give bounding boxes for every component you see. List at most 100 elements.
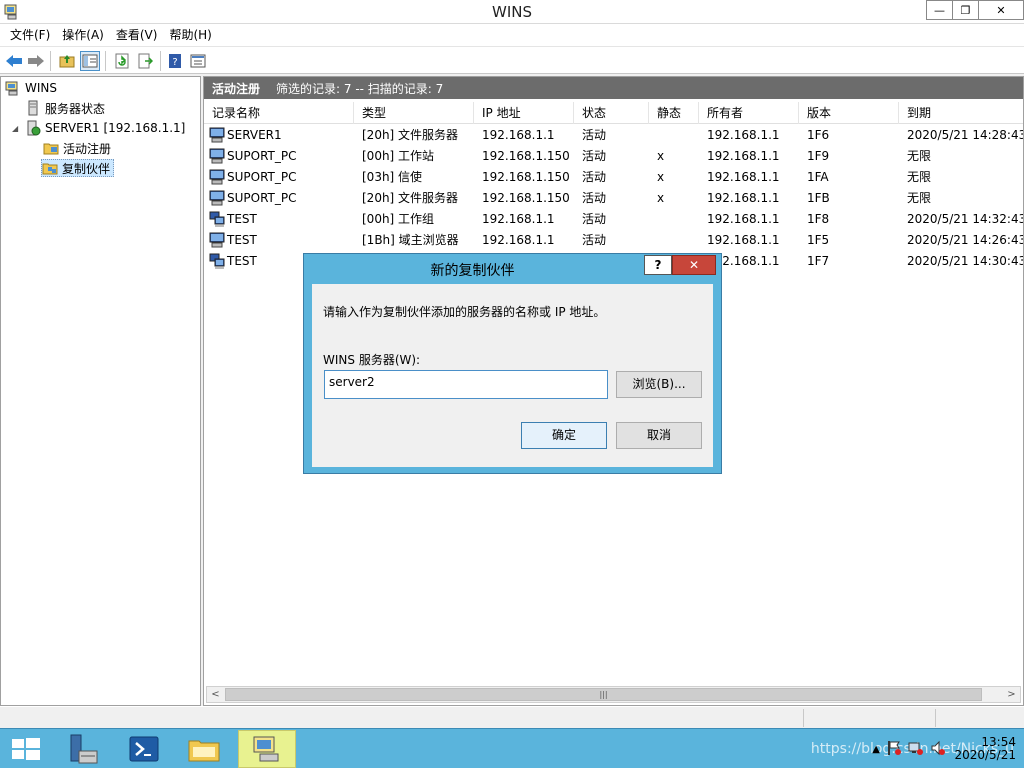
table-row[interactable]: SUPORT_PC [20h] 文件服务器 192.168.1.150 活动 x… [204,187,1023,208]
column-header-type[interactable]: 类型 [354,102,474,124]
dialog-title: 新的复制伙伴 [430,263,515,279]
column-header-version[interactable]: 版本 [799,102,899,124]
server-status-icon [25,120,41,136]
scroll-thumb[interactable]: ||| [225,688,982,701]
tree-item-server1[interactable]: SERVER1 [192.168.1.1] [25,119,185,137]
svg-text:?: ? [172,57,177,68]
help-icon[interactable]: ? [165,51,185,71]
scroll-left-button[interactable]: < [207,687,224,702]
tree-item-active-registrations[interactable]: 活动注册 [43,139,111,157]
system-tray: ▲ 13:54 2020/5/21 [872,729,1016,768]
record-owner: 192.168.1.1 [707,211,780,226]
column-header-ip[interactable]: IP 地址 [474,102,574,124]
record-static: x [657,148,665,163]
action-center-flag-icon[interactable] [886,740,902,759]
taskbar: https://blog.csdn.net/Nicks_u ▲ 13:54 20… [0,728,1024,768]
show-hide-console-tree-icon[interactable] [80,51,100,71]
record-owner: 192.168.1.1 [707,232,780,247]
wins-server-label: WINS 服务器(W): [323,353,421,367]
record-type: [03h] 信使 [362,170,423,184]
table-row[interactable]: SUPORT_PC [03h] 信使 192.168.1.150 活动 x 19… [204,166,1023,187]
table-row[interactable]: TEST [1Bh] 域主浏览器 192.168.1.1 活动 192.168.… [204,229,1023,250]
tree-item-replication-partners[interactable]: 复制伙伴 [41,159,115,177]
powershell-taskbar-icon[interactable] [118,730,170,768]
menu-action[interactable]: 操作(A) [56,25,110,45]
tray-expand-icon[interactable]: ▲ [872,744,880,755]
record-static: x [657,169,665,184]
ok-button[interactable]: 确定 [521,422,607,449]
record-ip: 192.168.1.150 [482,190,570,205]
forward-arrow-icon[interactable] [26,51,46,71]
record-name: TEST [227,232,257,247]
cancel-button[interactable]: 取消 [616,422,702,449]
maximize-button[interactable]: ❐ [952,0,979,20]
volume-icon[interactable] [930,740,946,759]
record-type: [1Bh] 域主浏览器 [362,233,459,247]
wins-server-input[interactable]: server2 [324,370,608,399]
content-header: 活动注册 筛选的记录: 7 -- 扫描的记录: 7 [204,77,1023,99]
minimize-button[interactable]: — [926,0,953,20]
menu-help[interactable]: 帮助(H) [163,25,217,45]
start-button[interactable] [6,730,46,768]
clock[interactable]: 13:54 2020/5/21 [954,736,1016,762]
content-header-info: 筛选的记录: 7 -- 扫描的记录: 7 [276,81,444,96]
column-header-expires[interactable]: 到期 [899,102,1023,124]
folder-icon [43,140,59,156]
record-type: [20h] 文件服务器 [362,128,459,142]
column-header-state[interactable]: 状态 [574,102,649,124]
back-arrow-icon[interactable] [4,51,24,71]
column-header-owner[interactable]: 所有者 [699,102,799,124]
network-icon[interactable] [908,740,924,759]
dialog-title-bar[interactable]: 新的复制伙伴 ? ✕ [304,254,721,284]
tree-label-server-status: 服务器状态 [45,101,106,116]
record-name: SUPORT_PC [227,148,297,163]
menu-bar: 文件(F) 操作(A) 查看(V) 帮助(H) [0,24,1024,46]
wins-icon [5,80,21,96]
record-state: 活动 [582,212,607,226]
record-state: 活动 [582,170,607,184]
horizontal-scrollbar[interactable]: < ||| > [206,686,1021,703]
tree-item-wins[interactable]: WINS [5,79,57,97]
up-folder-icon[interactable] [57,51,77,71]
record-ip: 192.168.1.150 [482,148,570,163]
table-row[interactable]: SERVER1 [20h] 文件服务器 192.168.1.1 活动 192.1… [204,124,1023,145]
console-tree: WINS 服务器状态 ◢ SERVER1 [192.168.1.1] 活动注册 … [0,76,201,706]
record-state: 活动 [582,191,607,205]
record-name: TEST [227,211,257,226]
expander-icon[interactable]: ◢ [12,124,18,133]
tree-item-server-status[interactable]: 服务器状态 [25,99,105,117]
dialog-close-button[interactable]: ✕ [672,255,716,275]
table-row[interactable]: TEST [00h] 工作组 192.168.1.1 活动 192.168.1.… [204,208,1023,229]
tree-label-wins: WINS [25,81,57,95]
record-version: 1F5 [807,232,830,247]
properties-icon[interactable] [188,51,208,71]
menu-file[interactable]: 文件(F) [4,25,56,45]
record-name: SUPORT_PC [227,169,297,184]
menu-view[interactable]: 查看(V) [110,25,164,45]
record-expires: 无限 [907,149,932,163]
refresh-icon[interactable] [112,51,132,71]
close-button[interactable]: ✕ [978,0,1024,20]
dialog-help-button[interactable]: ? [644,255,672,275]
record-expires: 2020/5/21 14:32:43 [907,211,1023,226]
record-version: 1FA [807,169,829,184]
server-manager-taskbar-icon[interactable] [56,730,108,768]
group-computers-icon [209,211,225,227]
title-bar: WINS — ❐ ✕ [0,0,1024,24]
record-owner: 192.168.1.1 [707,127,780,142]
computer-icon [209,127,225,143]
record-expires: 无限 [907,170,932,184]
column-header-static[interactable]: 静态 [649,102,699,124]
browse-button[interactable]: 浏览(B)... [616,371,702,398]
server-icon [25,100,41,116]
wins-taskbar-icon[interactable] [238,730,296,768]
file-explorer-taskbar-icon[interactable] [178,730,230,768]
table-row[interactable]: SUPORT_PC [00h] 工作站 192.168.1.150 活动 x 1… [204,145,1023,166]
scroll-right-button[interactable]: > [1003,687,1020,702]
records-list: SERVER1 [20h] 文件服务器 192.168.1.1 活动 192.1… [204,124,1023,271]
record-name: SERVER1 [227,127,282,142]
record-version: 1F8 [807,211,830,226]
export-list-icon[interactable] [135,51,155,71]
record-ip: 192.168.1.150 [482,169,570,184]
column-header-name[interactable]: 记录名称 [204,102,354,124]
